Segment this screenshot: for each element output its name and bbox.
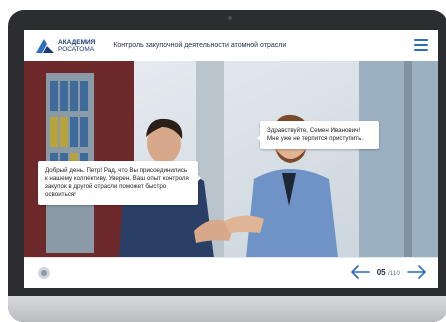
arrow-right-icon[interactable] (406, 264, 428, 280)
logo-line2: РОСАТОМА (58, 45, 95, 53)
academy-logo: АКАДЕМИЯ РОСАТОМА (36, 38, 95, 53)
app-header: АКАДЕМИЯ РОСАТОМА Контроль закупочной де… (24, 30, 438, 62)
device-chin (8, 296, 446, 322)
course-screen: АКАДЕМИЯ РОСАТОМА Контроль закупочной де… (24, 30, 438, 288)
total-pages: /110 (387, 269, 400, 277)
page-indicator: 05 /110 (377, 268, 400, 277)
hamburger-menu-icon[interactable] (414, 39, 428, 51)
speech-bubble-right: Здравствуйте, Семен Иванович! Мне уже не… (257, 121, 379, 149)
dialogue-scene: Добрый день, Петр! Рад, что Вы присоедин… (24, 61, 438, 258)
rosatom-logo-icon (36, 38, 54, 53)
speech-bubble-left: Добрый день, Петр! Рад, что Вы присоедин… (38, 161, 201, 205)
arrow-left-icon[interactable] (349, 264, 371, 280)
logo-text: АКАДЕМИЯ РОСАТОМА (58, 39, 95, 53)
office-illustration (24, 61, 438, 258)
device-frame: АКАДЕМИЯ РОСАТОМА Контроль закупочной де… (8, 10, 446, 322)
camera-dot (228, 16, 232, 20)
current-page: 05 (376, 267, 386, 277)
course-title: Контроль закупочной деятельности атомной… (113, 42, 287, 49)
logo-line1: АКАДЕМИЯ (58, 38, 96, 46)
info-circle-icon[interactable] (38, 267, 50, 279)
navigation-footer: 05 /110 (24, 257, 438, 288)
pager: 05 /110 (349, 264, 428, 280)
